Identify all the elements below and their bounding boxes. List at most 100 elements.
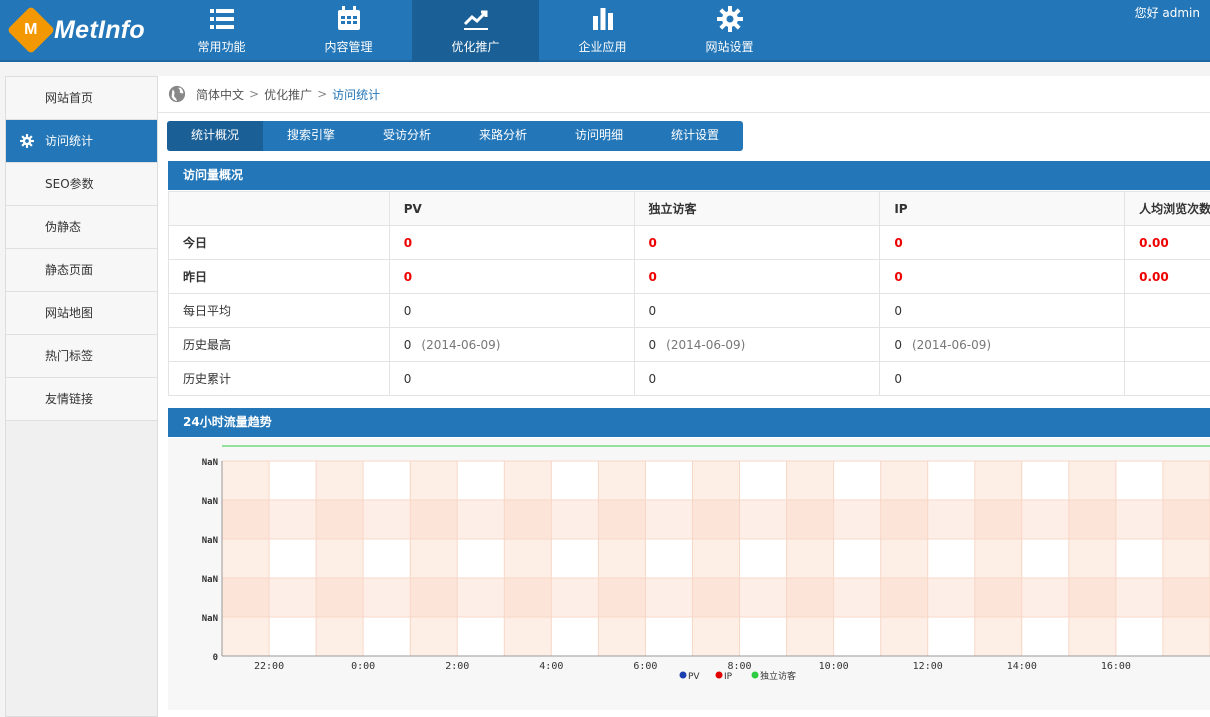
y-tick-label: NaN xyxy=(202,497,218,507)
breadcrumb-section[interactable]: 优化推广 xyxy=(264,86,312,103)
x-tick-label: 4:00 xyxy=(539,661,563,672)
nav-item-seo[interactable]: 优化推广 xyxy=(412,0,539,62)
pv-cell: 0 xyxy=(388,361,635,396)
grid-band xyxy=(598,461,646,656)
tab-referrers[interactable]: 来路分析 xyxy=(455,121,551,151)
bar-chart-icon xyxy=(592,8,613,30)
row-label: 每日平均 xyxy=(168,293,390,328)
table-row: 昨日 0 0 0 0.00 xyxy=(168,259,1210,294)
tab-overview[interactable]: 统计概况 xyxy=(167,121,263,151)
logo-badge: M xyxy=(6,5,56,55)
main-content: 简体中文 > 优化推广 > 访问统计 统计概况 搜索引擎 受访分析 来路分析 访… xyxy=(158,76,1210,717)
sidebar-item-sitemap[interactable]: 网站地图 xyxy=(6,292,157,335)
uv-cell: 0 xyxy=(633,259,881,294)
sidebar-item-stats[interactable]: 访问统计 xyxy=(6,120,157,163)
sidebar-item-friend-links[interactable]: 友情链接 xyxy=(6,378,157,421)
nav-label: 优化推广 xyxy=(451,40,500,54)
sidebar-item-label: 访问统计 xyxy=(45,134,94,148)
logo-text: MetInfo xyxy=(54,15,145,44)
tab-visit-details[interactable]: 访问明细 xyxy=(551,121,647,151)
sidebar-item-seo-params[interactable]: SEO参数 xyxy=(6,163,157,206)
list-icon xyxy=(209,9,234,29)
row-label: 历史最高 xyxy=(168,327,390,362)
grid-band xyxy=(692,461,740,656)
y-tick-label: 0 xyxy=(213,653,218,663)
avg-cell: 0.00 xyxy=(1124,259,1210,294)
grid-band xyxy=(1068,461,1116,656)
nav-label: 内容管理 xyxy=(324,40,373,54)
uv-value: 0 xyxy=(648,337,657,352)
x-tick-label: 22:00 xyxy=(254,661,284,672)
breadcrumb-current[interactable]: 访问统计 xyxy=(332,86,380,103)
trend-icon xyxy=(463,10,488,30)
gear-icon xyxy=(20,134,34,148)
legend-label: 独立访客 xyxy=(760,670,796,682)
sidebar-item-hot-tags[interactable]: 热门标签 xyxy=(6,335,157,378)
sidebar-item-pseudo-static[interactable]: 伪静态 xyxy=(6,206,157,249)
x-tick-label: 8:00 xyxy=(727,661,751,672)
y-tick-label: NaN xyxy=(202,614,218,624)
header-cell xyxy=(168,191,390,226)
ip-value: 0 xyxy=(894,337,902,352)
pv-cell: 0 xyxy=(388,225,635,260)
nav-item-settings[interactable]: 网站设置 xyxy=(666,0,793,62)
sidebar: 网站首页 访问统计 SEO参数 伪静态 静态页面 网站地图 热门标签 友情链接 xyxy=(5,76,158,717)
grid-band xyxy=(1162,461,1210,656)
logo[interactable]: M MetInfo xyxy=(6,5,145,55)
x-tick-label: 0:00 xyxy=(351,661,375,672)
x-tick-label: 12:00 xyxy=(913,661,943,672)
x-tick-label: 10:00 xyxy=(819,661,849,672)
x-tick-label: 2:00 xyxy=(445,661,469,672)
avg-cell xyxy=(1124,361,1210,396)
legend-label: PV xyxy=(688,672,700,682)
ip-cell: 0 (2014-06-09) xyxy=(879,327,1126,362)
avg-cell xyxy=(1124,293,1210,328)
grid-band xyxy=(974,461,1022,656)
sidebar-item-home[interactable]: 网站首页 xyxy=(6,77,157,120)
legend-marker xyxy=(679,671,687,679)
breadcrumb: 简体中文 > 优化推广 > 访问统计 xyxy=(158,76,1210,113)
sidebar-item-static-pages[interactable]: 静态页面 xyxy=(6,249,157,292)
y-tick-label: NaN xyxy=(202,536,218,546)
row-label: 昨日 xyxy=(168,259,390,294)
ip-date: (2014-06-09) xyxy=(911,337,992,352)
grid-band xyxy=(222,461,270,656)
nav-item-common[interactable]: 常用功能 xyxy=(158,0,285,62)
breadcrumb-lang[interactable]: 简体中文 xyxy=(196,86,244,103)
header-cell: PV xyxy=(388,191,635,226)
row-label: 历史累计 xyxy=(168,361,390,396)
tab-search-engine[interactable]: 搜索引擎 xyxy=(263,121,359,151)
user-greeting[interactable]: 您好 admin xyxy=(1135,4,1200,21)
gear-icon xyxy=(716,6,743,32)
uv-date: (2014-06-09) xyxy=(666,337,746,352)
table-header-row: PV 独立访客 IP 人均浏览次数 xyxy=(168,191,1210,226)
grid-band xyxy=(786,461,834,656)
uv-cell: 0 (2014-06-09) xyxy=(633,327,881,362)
tab-stats-settings[interactable]: 统计设置 xyxy=(647,121,743,151)
uv-cell: 0 xyxy=(633,225,881,260)
uv-cell: 0 xyxy=(633,361,881,396)
y-tick-label: NaN xyxy=(202,458,218,468)
nav-label: 常用功能 xyxy=(197,40,246,54)
trend-chart: 0 NaN NaN NaN NaN NaN 22:00 0:00 2:00 4:00 6:00 8:0… xyxy=(168,438,1210,710)
grid-band xyxy=(222,500,1210,539)
nav-item-content[interactable]: 内容管理 xyxy=(285,0,412,62)
x-tick-label: 6:00 xyxy=(633,661,657,672)
nav-item-apps[interactable]: 企业应用 xyxy=(539,0,666,62)
overview-panel-title: 访问量概况 xyxy=(168,161,1210,190)
pv-cell: 0 xyxy=(388,259,635,294)
table-row: 历史最高 0 (2014-06-09) 0 (2014-06-09) 0 (2014-… xyxy=(168,327,1210,362)
grid-band xyxy=(222,578,1210,617)
x-tick-label: 16:00 xyxy=(1101,661,1131,672)
ip-cell: 0 xyxy=(879,259,1126,294)
tab-visited-pages[interactable]: 受访分析 xyxy=(359,121,455,151)
grid-band xyxy=(880,461,928,656)
uv-cell: 0 xyxy=(633,293,881,328)
nav-label: 企业应用 xyxy=(578,40,627,54)
x-tick-label: 14:00 xyxy=(1007,661,1037,672)
header-cell: 人均浏览次数 xyxy=(1124,191,1210,226)
legend-marker xyxy=(751,671,759,679)
top-navbar: M MetInfo 常用功能 内容管理 优化推广 企业应用 网站设置 您好 ad… xyxy=(0,0,1210,62)
logo-letter: M xyxy=(24,20,38,38)
ip-cell: 0 xyxy=(879,293,1126,328)
